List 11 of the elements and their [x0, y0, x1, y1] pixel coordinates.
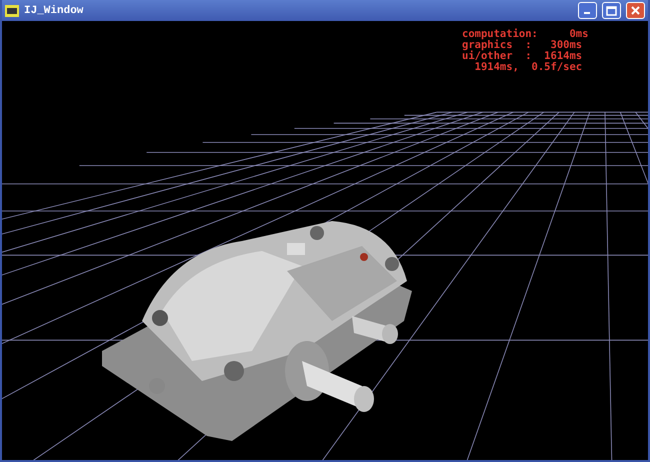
stats-line: computation: 0ms	[462, 29, 588, 40]
stats-line: graphics : 300ms	[462, 40, 584, 51]
stats-line: ui/other : 1614ms	[462, 51, 584, 62]
maximize-button[interactable]	[602, 2, 621, 19]
app-icon	[5, 4, 19, 16]
maximize-icon	[606, 6, 617, 16]
minimize-button[interactable]	[578, 2, 597, 19]
close-icon	[630, 5, 641, 16]
close-button[interactable]	[626, 2, 645, 19]
stats-line: 1914ms, 0.5f/sec	[474, 62, 584, 73]
window-title: IJ_Window	[24, 4, 84, 16]
